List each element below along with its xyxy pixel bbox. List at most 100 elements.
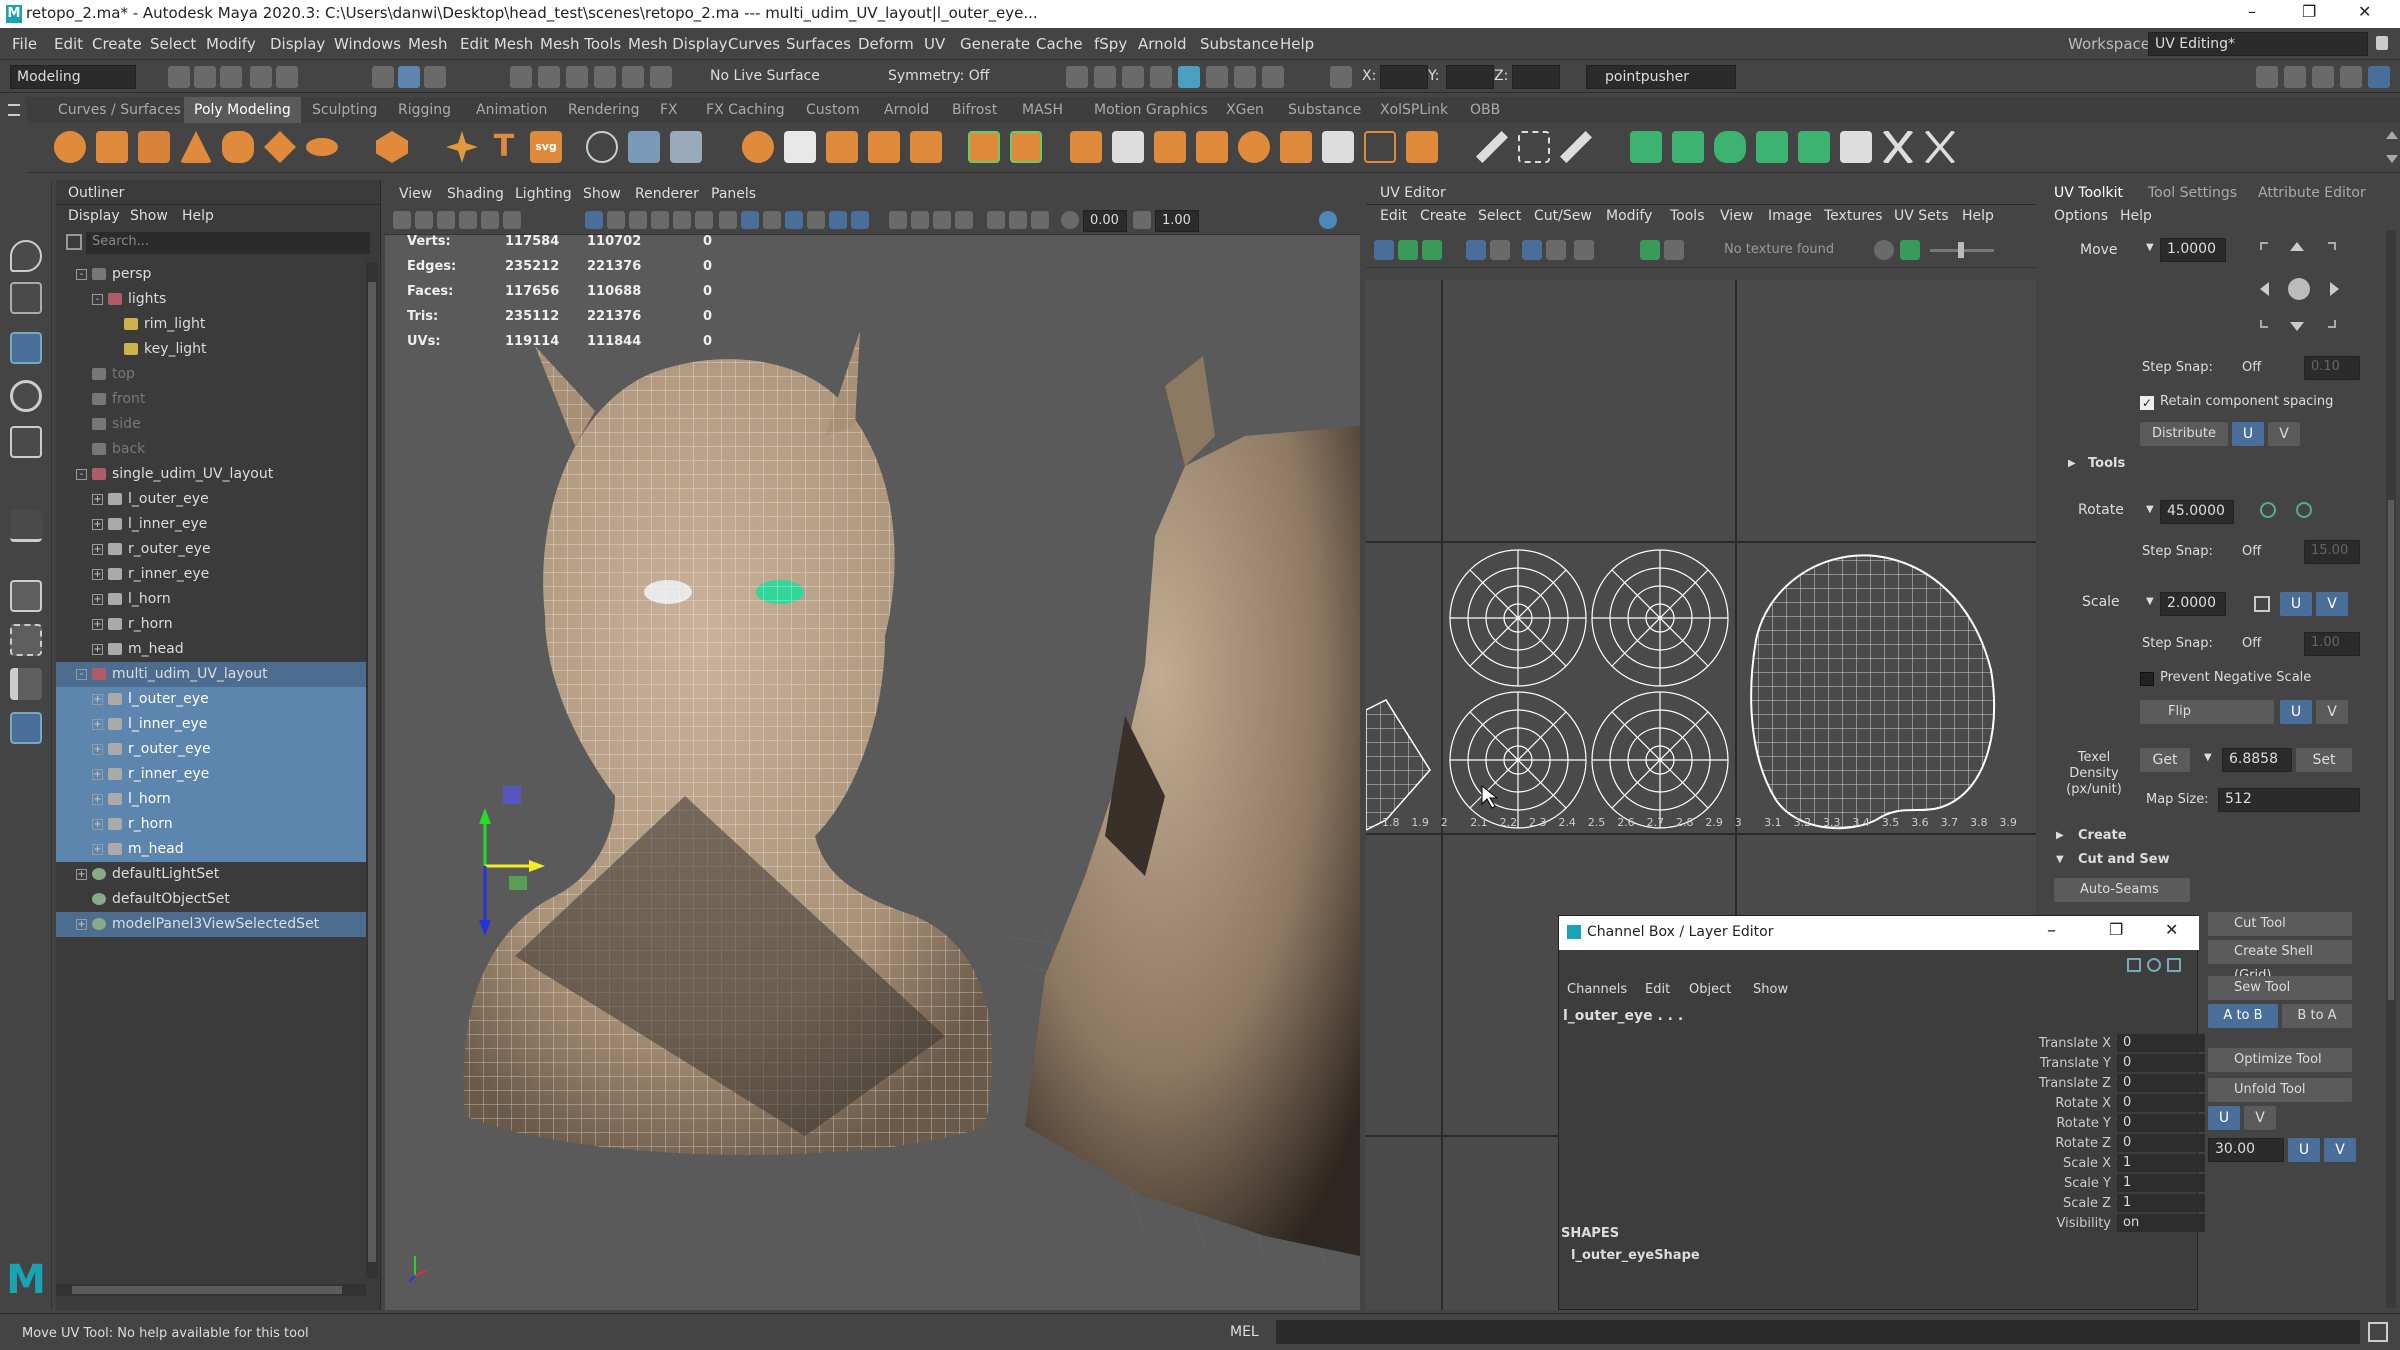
distribute-button[interactable]: Distribute — [2140, 422, 2228, 446]
outliner-item[interactable]: + m_head — [56, 637, 366, 662]
uv-snapshot-icon[interactable] — [1840, 131, 1872, 163]
shelf-tab-xgen[interactable]: XGen — [1226, 102, 1264, 118]
workspace-dropdown[interactable]: UV Editing* — [2148, 32, 2368, 56]
channel-attribute-name[interactable]: Scale Y — [1961, 1176, 2111, 1191]
outliner-expand-toggle[interactable]: + — [92, 819, 103, 830]
select-by-component-icon[interactable] — [424, 66, 446, 88]
outliner-search-input[interactable]: Search... — [86, 232, 370, 254]
unfold-iter-u-button[interactable]: U — [2288, 1138, 2320, 1162]
uv-menu-select[interactable]: Select — [1478, 208, 1521, 224]
wireframe-on-shaded-icon[interactable] — [785, 211, 803, 229]
outliner-menu-help[interactable]: Help — [182, 208, 214, 224]
menu-select[interactable]: Select — [150, 35, 196, 53]
outliner-item[interactable]: + r_outer_eye — [56, 537, 366, 562]
tab-attribute-editor[interactable]: Attribute Editor — [2258, 185, 2366, 201]
shelf-tab-sculpting[interactable]: Sculpting — [312, 102, 377, 118]
shelf-tab-xolsplink[interactable]: XolSPLink — [1380, 102, 1448, 118]
smooth-icon[interactable] — [784, 131, 816, 163]
textured-icon[interactable] — [807, 211, 825, 229]
wedge-icon[interactable] — [1280, 131, 1312, 163]
unfold-tool-button[interactable]: Unfold Tool — [2208, 1078, 2352, 1102]
outliner-item[interactable]: + r_horn — [56, 812, 366, 837]
snap-grid-icon[interactable] — [510, 66, 532, 88]
poly-plane-icon[interactable] — [264, 131, 296, 163]
shelf-settings-icon[interactable] — [8, 104, 20, 116]
map-size-field[interactable]: 512 — [2218, 788, 2360, 812]
outliner-expand-toggle[interactable]: + — [92, 569, 103, 580]
channel-attribute-value[interactable]: 1 — [2117, 1174, 2205, 1192]
shelf-tab-arnold[interactable]: Arnold — [884, 102, 929, 118]
poly-cube-icon[interactable] — [96, 131, 128, 163]
snap-surface-icon[interactable] — [622, 66, 644, 88]
circularize-icon[interactable] — [1322, 131, 1354, 163]
channel-attribute-value[interactable]: 0 — [2117, 1134, 2205, 1152]
channel-attribute-name[interactable]: Rotate Y — [1961, 1116, 2111, 1131]
exposure-icon[interactable] — [1061, 211, 1079, 229]
motion-blur-icon[interactable] — [911, 211, 929, 229]
select-camera-icon[interactable] — [393, 211, 411, 229]
outliner-item[interactable]: key_light — [56, 337, 366, 362]
outliner-item[interactable]: top — [56, 362, 366, 387]
select-by-object-icon[interactable] — [398, 66, 420, 88]
sew-b-to-a-button[interactable]: B to A — [2282, 1004, 2352, 1028]
uv-camera-icon[interactable] — [1574, 240, 1594, 260]
outliner-layout-icon[interactable] — [10, 712, 42, 744]
viewport-menu-panels[interactable]: Panels — [711, 186, 756, 202]
camera-attributes-icon[interactable] — [415, 211, 433, 229]
shelf-tab-fx-caching[interactable]: FX Caching — [706, 102, 785, 118]
shape-node-name[interactable]: l_outer_eyeShape — [1571, 1248, 1700, 1263]
automatic-mapping-icon[interactable] — [1756, 131, 1788, 163]
ambient-occlusion-icon[interactable] — [889, 211, 907, 229]
xray-joints-icon[interactable] — [1031, 211, 1049, 229]
append-icon[interactable] — [1112, 131, 1144, 163]
separate-icon[interactable] — [670, 131, 702, 163]
live-surface-label[interactable]: No Live Surface — [710, 68, 820, 84]
outliner-item[interactable]: + l_horn — [56, 587, 366, 612]
channel-box-icon-b[interactable] — [2147, 958, 2161, 972]
isolate-select-icon[interactable] — [987, 211, 1005, 229]
outliner-expand-toggle[interactable]: + — [76, 869, 87, 880]
outliner-item[interactable]: + l_inner_eye — [56, 712, 366, 737]
menu-arnold[interactable]: Arnold — [1138, 35, 1187, 53]
uv-exposure-slider-handle[interactable] — [1958, 242, 1964, 258]
channel-box-minimize-button[interactable]: – — [2047, 920, 2056, 941]
move-up-left-icon[interactable] — [2260, 242, 2268, 250]
shelf-tab-mash[interactable]: MASH — [1022, 102, 1063, 118]
tool-settings-icon[interactable] — [2312, 66, 2334, 88]
uv-image-display-icon[interactable] — [1640, 240, 1660, 260]
shelf-scroll-down-icon[interactable] — [2386, 155, 2398, 163]
flip-u-button[interactable]: U — [2280, 700, 2312, 724]
cut-tool-button[interactable]: Cut Tool — [2208, 912, 2352, 936]
channel-attribute-value[interactable]: 1 — [2117, 1154, 2205, 1172]
prevent-negative-scale-checkbox[interactable] — [2140, 672, 2154, 686]
lock-icon[interactable] — [2376, 36, 2388, 50]
retain-spacing-checkbox[interactable]: ✓ — [2140, 396, 2154, 410]
use-all-lights-icon[interactable] — [829, 211, 847, 229]
channel-menu-show[interactable]: Show — [1753, 982, 1788, 997]
cut-uv-icon[interactable] — [1924, 131, 1956, 163]
ipr-render-icon[interactable] — [1122, 66, 1144, 88]
outliner-item[interactable]: + defaultLightSet — [56, 862, 366, 887]
outliner-item[interactable]: + l_outer_eye — [56, 687, 366, 712]
outliner-expand-toggle[interactable]: + — [92, 544, 103, 555]
move-down-left-icon[interactable] — [2260, 320, 2268, 328]
shadows-icon[interactable] — [851, 211, 869, 229]
move-down-icon[interactable] — [2290, 322, 2304, 331]
uv-snapshot-toolbar-icon[interactable] — [1546, 240, 1566, 260]
distribute-u-button[interactable]: U — [2232, 422, 2264, 446]
create-shell-grid-button[interactable]: Create Shell (Grid) — [2208, 940, 2352, 983]
save-scene-icon[interactable] — [220, 66, 242, 88]
rotate-step-snap-field[interactable]: 15.00 — [2304, 540, 2360, 564]
channel-box-icon-c[interactable] — [2167, 958, 2181, 972]
channel-box-close-button[interactable]: ✕ — [2165, 920, 2178, 939]
channel-attribute-value[interactable]: 0 — [2117, 1094, 2205, 1112]
platonic-solid-icon[interactable] — [376, 131, 408, 163]
channel-attribute-name[interactable]: Visibility — [1961, 1216, 2111, 1231]
rotate-tool-icon[interactable] — [10, 380, 42, 412]
move-right-icon[interactable] — [2330, 282, 2339, 296]
menu-windows[interactable]: Windows — [334, 35, 401, 53]
move-tool-icon[interactable] — [10, 332, 42, 364]
uv-texture-dim-icon[interactable] — [1664, 240, 1684, 260]
shelf-tab-animation[interactable]: Animation — [476, 102, 547, 118]
render-frame-icon[interactable] — [1066, 66, 1088, 88]
